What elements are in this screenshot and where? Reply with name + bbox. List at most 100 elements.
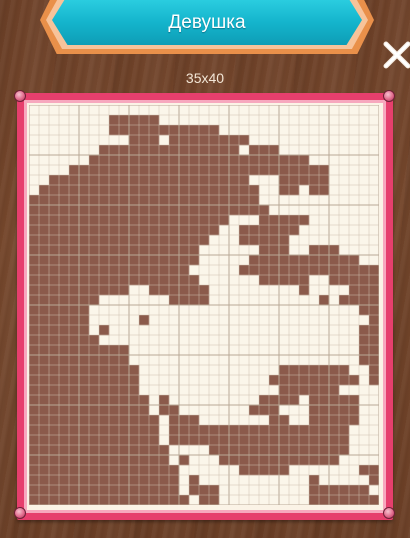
filled-cell[interactable] (229, 435, 240, 446)
filled-cell[interactable] (39, 355, 50, 366)
filled-cell[interactable] (89, 475, 100, 486)
filled-cell[interactable] (369, 475, 379, 486)
filled-cell[interactable] (279, 455, 290, 466)
filled-cell[interactable] (79, 265, 90, 276)
filled-cell[interactable] (229, 455, 240, 466)
filled-cell[interactable] (109, 155, 120, 166)
filled-cell[interactable] (259, 455, 270, 466)
filled-cell[interactable] (119, 435, 130, 446)
filled-cell[interactable] (69, 455, 80, 466)
filled-cell[interactable] (309, 405, 320, 416)
filled-cell[interactable] (359, 335, 370, 346)
filled-cell[interactable] (69, 415, 80, 426)
filled-cell[interactable] (99, 175, 110, 186)
filled-cell[interactable] (29, 215, 40, 226)
filled-cell[interactable] (179, 425, 190, 436)
filled-cell[interactable] (119, 355, 130, 366)
filled-cell[interactable] (29, 405, 40, 416)
filled-cell[interactable] (89, 235, 100, 246)
filled-cell[interactable] (159, 255, 170, 266)
filled-cell[interactable] (179, 275, 190, 286)
filled-cell[interactable] (99, 395, 110, 406)
filled-cell[interactable] (319, 405, 330, 416)
filled-cell[interactable] (39, 285, 50, 296)
filled-cell[interactable] (159, 265, 170, 276)
filled-cell[interactable] (329, 245, 340, 256)
filled-cell[interactable] (169, 465, 180, 476)
filled-cell[interactable] (59, 335, 70, 346)
filled-cell[interactable] (99, 355, 110, 366)
filled-cell[interactable] (269, 425, 280, 436)
filled-cell[interactable] (269, 225, 280, 236)
filled-cell[interactable] (349, 255, 360, 266)
filled-cell[interactable] (29, 445, 40, 456)
filled-cell[interactable] (69, 475, 80, 486)
filled-cell[interactable] (219, 185, 230, 196)
filled-cell[interactable] (259, 445, 270, 456)
filled-cell[interactable] (159, 195, 170, 206)
filled-cell[interactable] (329, 415, 340, 426)
filled-cell[interactable] (39, 385, 50, 396)
filled-cell[interactable] (49, 375, 60, 386)
filled-cell[interactable] (179, 155, 190, 166)
filled-cell[interactable] (129, 405, 140, 416)
filled-cell[interactable] (339, 275, 350, 286)
filled-cell[interactable] (29, 275, 40, 286)
filled-cell[interactable] (219, 435, 230, 446)
filled-cell[interactable] (149, 485, 160, 496)
filled-cell[interactable] (189, 175, 200, 186)
filled-cell[interactable] (149, 265, 160, 276)
filled-cell[interactable] (29, 315, 40, 326)
filled-cell[interactable] (309, 365, 320, 376)
filled-cell[interactable] (79, 195, 90, 206)
filled-cell[interactable] (109, 265, 120, 276)
filled-cell[interactable] (179, 205, 190, 216)
filled-cell[interactable] (169, 135, 180, 146)
filled-cell[interactable] (179, 285, 190, 296)
filled-cell[interactable] (339, 265, 350, 276)
filled-cell[interactable] (239, 465, 250, 476)
filled-cell[interactable] (39, 195, 50, 206)
filled-cell[interactable] (29, 415, 40, 426)
filled-cell[interactable] (49, 175, 60, 186)
filled-cell[interactable] (39, 425, 50, 436)
filled-cell[interactable] (49, 315, 60, 326)
filled-cell[interactable] (49, 445, 60, 456)
filled-cell[interactable] (69, 235, 80, 246)
filled-cell[interactable] (89, 185, 100, 196)
filled-cell[interactable] (69, 485, 80, 496)
filled-cell[interactable] (289, 455, 300, 466)
filled-cell[interactable] (259, 235, 270, 246)
filled-cell[interactable] (249, 155, 260, 166)
close-button[interactable] (380, 38, 410, 72)
filled-cell[interactable] (249, 235, 260, 246)
filled-cell[interactable] (199, 485, 210, 496)
filled-cell[interactable] (109, 375, 120, 386)
filled-cell[interactable] (99, 145, 110, 156)
filled-cell[interactable] (79, 255, 90, 266)
filled-cell[interactable] (29, 285, 40, 296)
filled-cell[interactable] (149, 195, 160, 206)
filled-cell[interactable] (309, 265, 320, 276)
filled-cell[interactable] (149, 285, 160, 296)
filled-cell[interactable] (149, 115, 160, 126)
filled-cell[interactable] (189, 295, 200, 306)
filled-cell[interactable] (189, 425, 200, 436)
filled-cell[interactable] (349, 265, 360, 276)
filled-cell[interactable] (99, 405, 110, 416)
filled-cell[interactable] (319, 185, 330, 196)
filled-cell[interactable] (319, 245, 330, 256)
filled-cell[interactable] (149, 165, 160, 176)
filled-cell[interactable] (299, 285, 310, 296)
filled-cell[interactable] (189, 185, 200, 196)
filled-cell[interactable] (319, 365, 330, 376)
filled-cell[interactable] (69, 365, 80, 376)
filled-cell[interactable] (139, 465, 150, 476)
filled-cell[interactable] (59, 345, 70, 356)
filled-cell[interactable] (99, 265, 110, 276)
filled-cell[interactable] (89, 155, 100, 166)
filled-cell[interactable] (319, 385, 330, 396)
filled-cell[interactable] (99, 245, 110, 256)
filled-cell[interactable] (169, 195, 180, 206)
filled-cell[interactable] (269, 455, 280, 466)
